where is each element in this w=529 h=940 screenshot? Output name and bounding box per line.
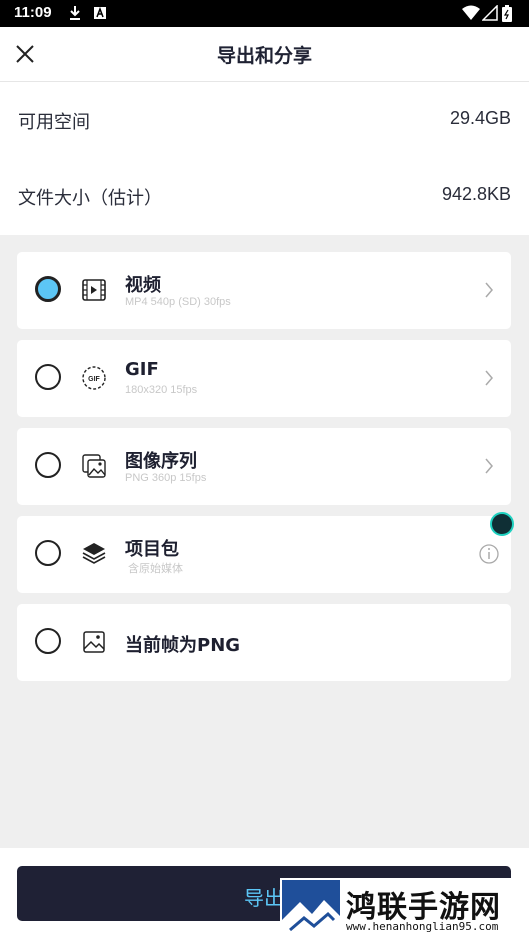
option-image-sequence[interactable]: 图像序列 PNG 360p 15fps [17,428,511,505]
available-space-row: 可用空间 29.4GB [0,100,529,140]
option-image-sequence-detail: PNG 360p 15fps [125,472,207,484]
chevron-right-icon [485,282,493,298]
file-size-row: 文件大小（估计） 942.8KB [0,176,529,216]
app-header: 导出和分享 [0,27,529,82]
watermark-logo [282,880,340,938]
file-size-label: 文件大小（估计） [18,188,162,209]
video-icon [82,279,106,301]
svg-text:GIF: GIF [88,376,100,383]
status-time: 11:09 [14,4,52,21]
option-current-frame-png-name: 当前帧为PNG [125,635,241,656]
chevron-right-icon [485,458,493,474]
available-space-value: 29.4GB [449,108,511,128]
radio-video[interactable] [35,276,61,302]
battery-icon [502,5,512,22]
available-space-label: 可用空间 [18,112,90,133]
radio-image-sequence[interactable] [35,452,61,478]
option-project-package-name: 项目包 [125,539,179,560]
file-size-value: 942.8KB [441,184,511,204]
floating-bubble[interactable] [490,512,514,536]
watermark-url: www.henanhonglian95.com [346,920,499,933]
signal-icon [482,5,498,21]
radio-project-package[interactable] [35,540,61,566]
layers-icon [82,543,106,564]
wifi-icon [462,5,480,20]
option-image-sequence-name: 图像序列 [125,451,197,472]
chevron-right-icon [485,370,493,386]
a-box-icon [94,6,106,19]
option-gif-detail: 180x320 15fps [125,384,198,396]
radio-current-frame-png[interactable] [35,628,61,654]
option-video[interactable]: 视频 MP4 540p (SD) 30fps [17,252,511,329]
image-sequence-icon [82,454,106,478]
option-gif-name: GIF [125,359,159,380]
storage-info: 可用空间 29.4GB 文件大小（估计） 942.8KB [0,82,529,235]
page-title: 导出和分享 [216,45,312,67]
option-project-package[interactable]: 项目包 含原始媒体 [17,516,511,593]
gif-icon: GIF [82,366,106,390]
option-video-name: 视频 [125,275,161,296]
watermark: 鸿联手游网 www.henanhonglian95.com [280,878,529,940]
info-icon[interactable] [479,544,499,564]
option-gif[interactable]: GIF GIF 180x320 15fps [17,340,511,417]
image-icon [83,631,105,653]
option-video-detail: MP4 540p (SD) 30fps [125,296,231,308]
download-icon [70,6,80,20]
radio-gif[interactable] [35,364,61,390]
option-current-frame-png[interactable]: 当前帧为PNG [17,604,511,681]
option-project-package-detail: 含原始媒体 [128,563,183,575]
status-bar: 11:09 [0,0,529,27]
